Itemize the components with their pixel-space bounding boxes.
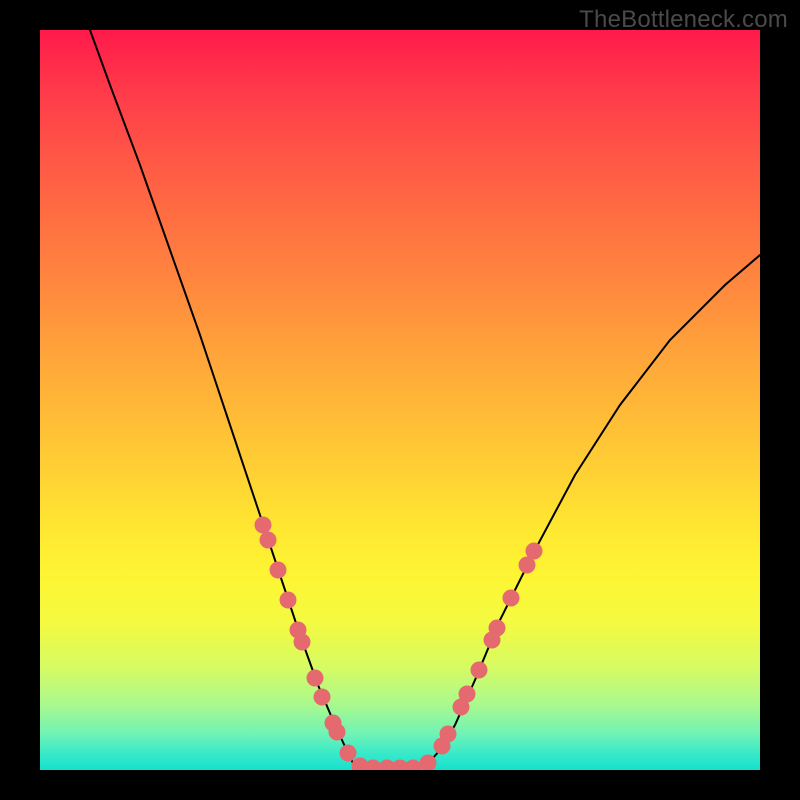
marker-dot — [405, 760, 422, 771]
marker-dot — [440, 726, 457, 743]
marker-dot — [255, 517, 272, 534]
marker-dot — [329, 724, 346, 741]
marker-dot — [260, 532, 277, 549]
bottleneck-curve — [90, 30, 760, 768]
chart-svg — [40, 30, 760, 770]
marker-dot — [280, 592, 297, 609]
marker-dot — [340, 745, 357, 762]
marker-dot — [307, 670, 324, 687]
marker-dot — [526, 543, 543, 560]
marker-dot — [503, 590, 520, 607]
marker-dot — [471, 662, 488, 679]
marker-dot — [294, 634, 311, 651]
outer-frame: TheBottleneck.com — [0, 0, 800, 800]
marker-dot — [314, 689, 331, 706]
marker-group — [255, 517, 543, 771]
marker-dot — [489, 620, 506, 637]
plot-area — [40, 30, 760, 770]
marker-dot — [459, 686, 476, 703]
marker-dot — [270, 562, 287, 579]
